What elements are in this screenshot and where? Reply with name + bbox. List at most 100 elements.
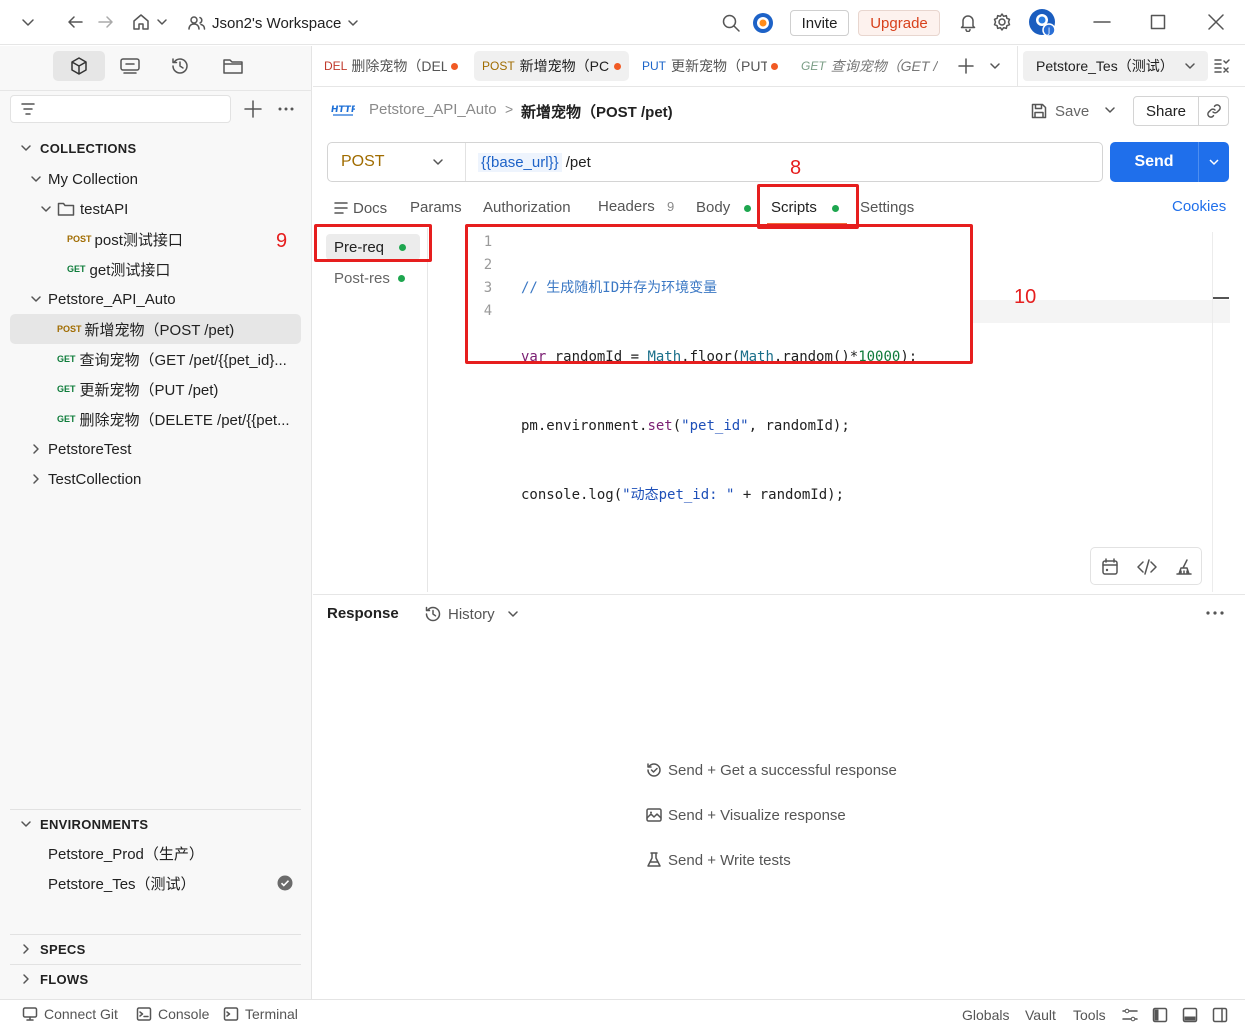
- settings-sliders-icon[interactable]: [1122, 1007, 1138, 1023]
- method-badge: GET: [57, 384, 76, 394]
- terminal-icon: [223, 1006, 239, 1022]
- filter-input[interactable]: [10, 95, 231, 123]
- sidebar-tab-collections[interactable]: [53, 51, 105, 81]
- send-options-chevron-icon[interactable]: [1199, 156, 1220, 168]
- tree-item-request[interactable]: GET get测试接口: [10, 254, 301, 284]
- chevron-down-icon[interactable]: [156, 16, 168, 28]
- docs-icon: [334, 201, 348, 215]
- flows-section-header[interactable]: FLOWS: [10, 964, 301, 994]
- clear-icon[interactable]: [1174, 558, 1194, 576]
- collections-section-header[interactable]: COLLECTIONS: [10, 133, 301, 163]
- save-label: Save: [1055, 102, 1090, 120]
- tree-item-request[interactable]: GET 删除宠物（DELETE /pet/{{pet...: [10, 404, 301, 434]
- tree-item-testapi-folder[interactable]: testAPI: [10, 194, 301, 224]
- environment-quick-look-icon[interactable]: [1214, 58, 1230, 74]
- breadcrumb-collection[interactable]: Petstore_API_Auto: [369, 101, 497, 118]
- connect-git-label: Connect Git: [44, 1006, 118, 1022]
- globals-button[interactable]: Globals: [962, 1007, 1009, 1023]
- home-icon[interactable]: [131, 12, 151, 32]
- tree-item-request[interactable]: POST post测试接口: [10, 224, 301, 254]
- back-arrow-icon[interactable]: [66, 14, 84, 30]
- search-icon[interactable]: [721, 13, 741, 33]
- invite-button[interactable]: Invite: [790, 10, 849, 36]
- environment-item-active[interactable]: Petstore_Tes（测试）: [10, 868, 301, 898]
- chevron-down-icon[interactable]: [20, 14, 36, 30]
- folder-icon[interactable]: [222, 56, 244, 76]
- tree-item-my-collection[interactable]: My Collection: [10, 164, 301, 194]
- tab-label: Post-res: [334, 269, 390, 287]
- share-button[interactable]: Share: [1134, 103, 1198, 120]
- annotation-number-8: 8: [790, 157, 802, 179]
- annotation-box-8: [757, 184, 859, 229]
- snippets-icon[interactable]: [1101, 558, 1119, 576]
- cookies-link[interactable]: Cookies: [1172, 198, 1226, 215]
- avatar[interactable]: J: [1027, 7, 1059, 39]
- tab-settings[interactable]: Settings: [860, 199, 914, 216]
- environment-icon[interactable]: [119, 56, 141, 76]
- minimize-icon[interactable]: [1093, 14, 1111, 30]
- response-hint[interactable]: Send + Visualize response: [645, 806, 846, 824]
- response-hint[interactable]: Send + Get a successful response: [645, 761, 897, 779]
- method-select[interactable]: POST: [328, 143, 466, 181]
- vault-button[interactable]: Vault: [1025, 1007, 1056, 1023]
- tree-item-request[interactable]: GET 更新宠物（PUT /pet): [10, 374, 301, 404]
- chevron-down-icon[interactable]: [989, 60, 1001, 72]
- history-icon[interactable]: [170, 56, 190, 76]
- layout-right-pane-icon[interactable]: [1212, 1007, 1228, 1023]
- hint-label: Send + Write tests: [668, 851, 791, 869]
- tab-params[interactable]: Params: [410, 199, 462, 216]
- terminal-button[interactable]: Terminal: [223, 1006, 298, 1022]
- tree-item-request[interactable]: GET 查询宠物（GET /pet/{{pet_id}...: [10, 344, 301, 374]
- active-check-icon: [277, 875, 293, 891]
- tree-item-label: My Collection: [48, 170, 139, 188]
- method-badge: POST: [67, 234, 92, 244]
- close-icon[interactable]: [1208, 14, 1224, 30]
- layout-bottom-pane-icon[interactable]: [1182, 1007, 1198, 1023]
- link-icon[interactable]: [1199, 103, 1222, 119]
- tree-item-testcollection[interactable]: TestCollection: [10, 464, 301, 494]
- request-tab[interactable]: GET 查询宠物（GET /: [793, 48, 938, 84]
- upgrade-button[interactable]: Upgrade: [858, 10, 940, 36]
- more-options-icon[interactable]: [277, 100, 295, 118]
- gear-icon[interactable]: [992, 12, 1012, 32]
- tools-button[interactable]: Tools: [1073, 1007, 1106, 1023]
- tree-item-petstore-api-auto[interactable]: Petstore_API_Auto: [10, 284, 301, 314]
- script-tab-post-res[interactable]: Post-res: [326, 265, 420, 291]
- request-tab[interactable]: DEL 删除宠物（DEL: [316, 48, 468, 84]
- specs-section-header[interactable]: SPECS: [10, 934, 301, 964]
- layout-left-pane-icon[interactable]: [1152, 1007, 1168, 1023]
- code-string: "动态pet_id: ": [622, 487, 735, 503]
- environments-section-header[interactable]: ENVIRONMENTS: [10, 809, 301, 839]
- history-button[interactable]: History: [424, 603, 519, 625]
- connect-git-button[interactable]: Connect Git: [22, 1006, 118, 1022]
- response-more-options-icon[interactable]: [1205, 605, 1225, 621]
- git-icon: [22, 1006, 38, 1022]
- console-button[interactable]: Console: [136, 1006, 209, 1022]
- request-tab[interactable]: PUT 更新宠物（PUT: [634, 48, 784, 84]
- send-button[interactable]: Send: [1110, 153, 1198, 171]
- save-button[interactable]: Save: [1026, 96, 1093, 126]
- url-input[interactable]: {{base_url}} /pet: [478, 143, 1098, 181]
- tab-body[interactable]: Body: [696, 199, 730, 216]
- workspace-switcher[interactable]: Json2's Workspace: [188, 11, 359, 35]
- forward-arrow-icon[interactable]: [97, 14, 115, 30]
- environment-selector[interactable]: Petstore_Tes（测试）: [1023, 51, 1208, 81]
- http-icon: HTTP: [331, 101, 355, 119]
- environment-item[interactable]: Petstore_Prod（生产）: [10, 838, 301, 868]
- maximize-icon[interactable]: [1150, 14, 1166, 30]
- code-icon[interactable]: [1137, 558, 1157, 576]
- tab-headers[interactable]: Headers: [598, 198, 655, 215]
- bell-icon[interactable]: [958, 12, 978, 32]
- tests-flask-icon: [645, 851, 663, 869]
- response-hint[interactable]: Send + Write tests: [645, 851, 791, 869]
- tree-item-petstoretest[interactable]: PetstoreTest: [10, 434, 301, 464]
- tab-docs[interactable]: Docs: [334, 197, 387, 219]
- tree-item-request-selected[interactable]: POST 新增宠物（POST /pet): [10, 314, 301, 344]
- save-options-chevron-icon[interactable]: [1104, 104, 1116, 116]
- tab-authorization[interactable]: Authorization: [483, 199, 571, 216]
- svg-text:HTTP: HTTP: [331, 105, 355, 115]
- sync-status-icon[interactable]: [752, 12, 774, 34]
- request-tab-active[interactable]: POST 新增宠物（PC: [474, 51, 629, 81]
- new-tab-icon[interactable]: [957, 57, 975, 75]
- add-icon[interactable]: [244, 100, 262, 118]
